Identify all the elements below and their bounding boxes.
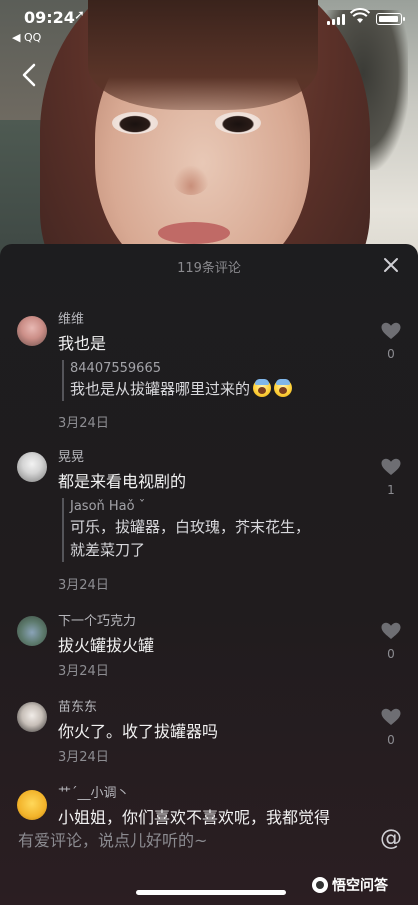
comment-username[interactable]: 维维 (58, 308, 84, 327)
home-indicator[interactable] (136, 890, 286, 895)
comment-username[interactable]: 艹ˊ__小调丶 (58, 782, 130, 801)
battery-icon (376, 13, 405, 25)
quoted-reply: Jasoň Haǒ ˇ 可乐，拔罐器，白玫瑰，芥末花生， 就差菜刀了 (62, 498, 310, 562)
comment-username[interactable]: 下一个巧克力 (58, 610, 136, 629)
close-icon[interactable] (382, 256, 400, 274)
quoted-reply: 84407559665 我也是从拔罐器哪里过来的 (62, 360, 293, 401)
comment-count-title: 119条评论 (177, 261, 241, 276)
comment-text: 拔火罐拔火罐 (58, 636, 155, 655)
back-to-app-link[interactable]: ◀ QQ (12, 31, 41, 44)
comment-item: 下一个巧克力 拔火罐拔火罐 3月24日 0 (0, 606, 418, 692)
avatar[interactable] (17, 316, 47, 346)
like-count: 0 (387, 347, 395, 361)
avatar[interactable] (17, 702, 47, 732)
wukong-logo-icon (312, 877, 328, 893)
video-subject-nose (173, 165, 209, 195)
mention-button[interactable]: @ (378, 826, 404, 852)
video-subject-lips (158, 222, 230, 244)
heart-icon[interactable] (381, 322, 401, 340)
comment-username[interactable]: 晃晃 (58, 446, 84, 465)
comment-date: 3月24日 (58, 664, 109, 679)
comment-item: 维维 我也是 84407559665 我也是从拔罐器哪里过来的 3月24日 0 (0, 288, 418, 440)
heart-icon[interactable] (381, 458, 401, 476)
screaming-face-emoji-icon (253, 379, 272, 397)
like-count: 0 (387, 647, 395, 661)
reply-username: 84407559665 (70, 361, 161, 376)
reply-text-line-1: 可乐，拔罐器，白玫瑰，芥末花生， (70, 518, 311, 536)
heart-icon[interactable] (381, 708, 401, 726)
like-count: 1 (387, 483, 395, 497)
comment-date: 3月24日 (58, 416, 109, 431)
location-arrow-icon: ➚ (74, 8, 85, 23)
wifi-icon (349, 8, 371, 28)
like-count: 0 (387, 733, 395, 747)
reply-username: Jasoň Haǒ ˇ (70, 499, 146, 514)
comment-text: 我也是 (58, 334, 107, 353)
back-arrow-icon[interactable] (18, 62, 40, 88)
cellular-signal-icon (327, 14, 345, 25)
comment-sheet: 119条评论 维维 我也是 84407559665 我也是从拔罐器哪里过来的 3… (0, 244, 418, 905)
reply-text-line-2: 就差菜刀了 (70, 541, 146, 559)
screaming-face-emoji-icon (274, 379, 293, 397)
watermark-text: 悟空问答 (332, 878, 388, 894)
comment-input[interactable] (18, 826, 348, 854)
comment-username[interactable]: 苗东东 (58, 696, 97, 715)
video-subject-right-eye (215, 112, 261, 134)
comment-text: 都是来看电视剧的 (58, 472, 187, 491)
comment-text: 你火了。收了拔罐器吗 (58, 722, 219, 741)
comment-item: 苗东东 你火了。收了拔罐器吗 3月24日 0 (0, 692, 418, 778)
comment-date: 3月24日 (58, 750, 109, 765)
video-subject-left-eye (112, 112, 158, 134)
avatar[interactable] (17, 452, 47, 482)
status-bar: 09:24 ➚ ◀ QQ (0, 0, 418, 46)
comment-item: 晃晃 都是来看电视剧的 Jasoň Haǒ ˇ 可乐，拔罐器，白玫瑰，芥末花生，… (0, 440, 418, 606)
comment-list[interactable]: 维维 我也是 84407559665 我也是从拔罐器哪里过来的 3月24日 0 … (0, 288, 418, 834)
status-time: 09:24 (24, 8, 75, 27)
reply-text: 我也是从拔罐器哪里过来的 (70, 378, 293, 401)
comment-input-bar: @ (0, 812, 418, 868)
heart-icon[interactable] (381, 622, 401, 640)
comment-date: 3月24日 (58, 578, 109, 593)
watermark: 悟空问答 (312, 875, 388, 895)
avatar[interactable] (17, 616, 47, 646)
